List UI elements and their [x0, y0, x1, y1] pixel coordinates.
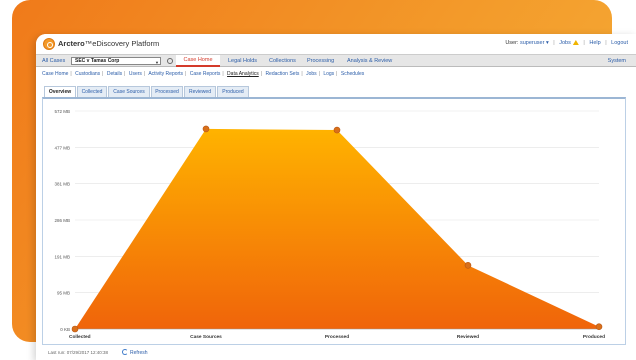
brand-suffix: ™eDiscovery Platform — [84, 39, 160, 48]
divider: | — [301, 71, 303, 77]
nav-system[interactable]: System — [608, 58, 626, 64]
data-volume-chart: 0 KB 95 MB 191 MB 286 MB 381 MB 477 MB 572 MB C… — [42, 97, 626, 345]
case-select-value: SEC v Tamas Corp — [75, 58, 120, 64]
nav-case-home[interactable]: Case Home — [176, 55, 220, 67]
y-tick-label: 477 MB — [54, 145, 70, 150]
tab-overview[interactable]: Overview — [44, 86, 76, 97]
divider: | — [143, 71, 146, 77]
data-point — [202, 125, 210, 133]
x-tick-label: Reviewed — [457, 334, 479, 340]
data-point — [464, 262, 472, 269]
case-select[interactable]: SEC v Tamas Corp ▼ — [71, 57, 161, 65]
subnav-schedules[interactable]: Schedules — [341, 71, 364, 77]
y-tick-label: 95 MB — [57, 291, 70, 296]
tab-produced[interactable]: Produced — [217, 86, 249, 97]
subnav-case-home[interactable]: Case Home — [42, 71, 68, 77]
title-bar: Arctero™eDiscovery Platform User: superu… — [36, 34, 636, 54]
divider: | — [222, 71, 224, 77]
divider: | — [102, 71, 104, 77]
jobs-link[interactable]: Jobs — [559, 40, 571, 46]
divider: | — [185, 71, 187, 77]
y-tick-label: 191 MB — [54, 254, 70, 259]
subnav-custodians[interactable]: Custodians — [75, 71, 100, 77]
tab-reviewed[interactable]: Reviewed — [184, 86, 216, 97]
warning-icon — [572, 40, 579, 45]
data-point — [333, 126, 341, 134]
divider: | — [70, 71, 72, 77]
divider: | — [260, 71, 263, 77]
tab-case-sources[interactable]: Case Sources — [108, 86, 150, 97]
user-label: User: — [505, 40, 519, 46]
x-tick-label: Case Sources — [190, 334, 222, 340]
tab-collected[interactable]: Collected — [77, 86, 107, 97]
subnav-data-analytics[interactable]: Data Analytics — [227, 71, 259, 77]
all-cases-link[interactable]: All Cases — [42, 58, 65, 64]
divider: | — [336, 71, 338, 77]
y-tick-label: 572 MB — [54, 109, 70, 114]
case-subnav: Case Home | Custodians | Details | Users | A… — [42, 71, 366, 77]
area-chart-svg: 0 KB 95 MB 191 MB 286 MB 381 MB 477 MB 572 MB C… — [54, 109, 605, 340]
subnav-activity-reports[interactable]: Activity Reports — [148, 71, 183, 77]
arctero-logo-icon — [43, 38, 55, 50]
divider: | — [124, 71, 126, 77]
subnav-users[interactable]: Users — [129, 71, 142, 77]
tab-processed[interactable]: Processed — [151, 86, 183, 97]
subnav-details[interactable]: Details — [107, 71, 122, 77]
data-point — [595, 323, 603, 331]
x-tick-label: Produced — [583, 334, 605, 340]
y-tick-label: 286 MB — [54, 218, 70, 223]
subnav-redaction-sets[interactable]: Redaction Sets — [265, 71, 299, 77]
nav-processing[interactable]: Processing — [307, 58, 334, 64]
user-menu[interactable]: superuser ▾ — [520, 40, 549, 46]
app-window: Arctero™eDiscovery Platform User: superu… — [36, 34, 636, 360]
last-run-text: Last run: 07/29/2017 12:40:38 — [48, 350, 109, 355]
subnav-logs[interactable]: Logs — [323, 71, 334, 77]
main-nav: All Cases SEC v Tamas Corp ▼ Case Home L… — [36, 54, 636, 67]
area-series — [75, 128, 599, 329]
user-bar: User: superuser ▾ | Jobs | Help | Logout — [505, 40, 628, 46]
y-tick-label: 381 MB — [54, 182, 70, 187]
x-tick-label: Collected — [69, 334, 91, 340]
y-tick-label: 0 KB — [60, 327, 70, 332]
refresh-icon — [122, 349, 128, 355]
x-tick-label: Processed — [325, 334, 349, 340]
divider: | — [583, 40, 585, 46]
brand-prefix: Arctero — [58, 39, 85, 48]
divider: | — [605, 40, 607, 46]
nav-analysis-review[interactable]: Analysis & Review — [347, 58, 392, 64]
divider: | — [553, 40, 555, 46]
gear-icon[interactable] — [167, 58, 173, 64]
refresh-button[interactable]: Refresh — [122, 349, 148, 356]
brand-title: Arctero™eDiscovery Platform — [58, 39, 159, 48]
divider: | — [318, 71, 320, 77]
refresh-label: Refresh — [130, 350, 148, 356]
nav-legal-holds[interactable]: Legal Holds — [228, 58, 257, 64]
subnav-case-reports[interactable]: Case Reports — [190, 71, 221, 77]
logout-link[interactable]: Logout — [611, 40, 628, 46]
subnav-jobs[interactable]: Jobs — [306, 71, 317, 77]
nav-collections[interactable]: Collections — [269, 58, 296, 64]
data-point — [71, 325, 79, 333]
help-link[interactable]: Help — [589, 40, 600, 46]
chevron-down-icon: ▼ — [155, 60, 159, 65]
